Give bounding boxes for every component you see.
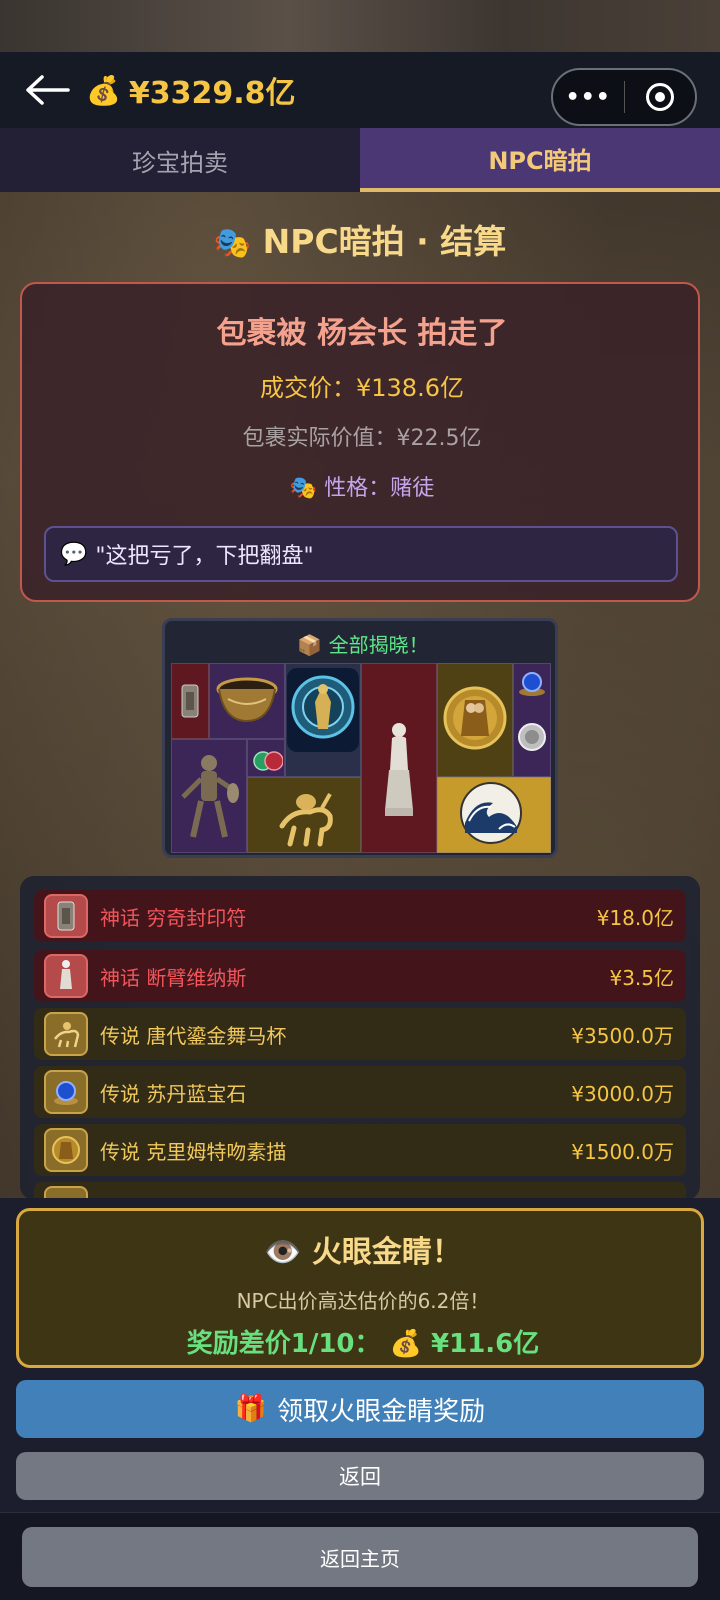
reward-description: NPC出价高达估价的6.2倍！ xyxy=(236,1289,490,1313)
item-price: ¥1500.0万 xyxy=(571,1139,674,1164)
speech-bubble-icon: 💬 xyxy=(60,541,88,567)
reveal-panel: 📦 全部揭晓！ xyxy=(162,618,558,858)
painting-icon xyxy=(44,1128,88,1172)
back-button[interactable]: 返回 xyxy=(16,1452,704,1500)
arrow-left-icon[interactable] xyxy=(24,72,70,108)
quote-text: "这把亏了，下把翻盘" xyxy=(95,544,314,569)
reward-title: 👁️ 火眼金睛！ xyxy=(19,1227,707,1271)
item-price: ¥18.0亿 xyxy=(596,905,674,930)
claim-reward-label: 领取火眼金睛奖励 xyxy=(277,1396,486,1427)
money-bag-icon: 💰 xyxy=(389,1329,422,1359)
list-item[interactable]: 传说 克里姆特吻素描 ¥1500.0万 xyxy=(34,1124,686,1176)
horse-cup-icon xyxy=(44,1012,88,1056)
personality-text: 性格：赌徒 xyxy=(324,476,435,501)
tab-treasure-auction[interactable]: 珍宝拍卖 xyxy=(0,128,360,192)
top-bar: 💰 ¥3329.8亿 ••• xyxy=(0,52,720,128)
list-item[interactable]: 神话 断臂维纳斯 ¥3.5亿 xyxy=(34,950,686,1002)
warrior-figure-icon xyxy=(179,749,239,845)
item-grid xyxy=(171,663,551,853)
reveal-title: 📦 全部揭晓！ xyxy=(165,629,561,658)
venus-statue-icon xyxy=(377,719,421,819)
tab-bar: 珍宝拍卖 NPC暗拍 xyxy=(0,128,720,192)
page-title-text: NPC暗拍 · 结算 xyxy=(262,222,507,261)
gilded-horse-cup-icon xyxy=(271,785,341,849)
mini-program-capsule: ••• xyxy=(551,68,697,126)
tab-npc-blind-auction[interactable]: NPC暗拍 xyxy=(360,128,720,192)
target-icon xyxy=(645,83,674,111)
money-bag-icon: 💰 xyxy=(86,73,121,107)
close-button[interactable] xyxy=(625,83,696,111)
list-item[interactable]: 传说 苏丹蓝宝石 ¥3000.0万 xyxy=(34,1066,686,1118)
seal-talisman-icon xyxy=(175,681,205,721)
theater-masks-icon: 🎭 xyxy=(289,476,318,501)
package-icon: 📦 xyxy=(297,633,323,657)
reward-title-text: 火眼金睛！ xyxy=(311,1235,462,1270)
blue-gem-icon xyxy=(517,667,547,699)
theater-masks-icon: 🎭 xyxy=(213,226,252,261)
gilded-bowl-icon xyxy=(215,673,279,727)
balance-value: ¥3329.8亿 xyxy=(128,76,296,111)
list-item[interactable]: 传说 唐代鎏金舞马杯 ¥3500.0万 xyxy=(34,1008,686,1060)
reward-amount: 奖励差价1/10： 💰 ¥11.6亿 xyxy=(19,1323,707,1360)
gift-icon: 🎁 xyxy=(234,1394,268,1424)
status-area xyxy=(0,0,720,52)
sapphire-icon xyxy=(44,1070,88,1114)
item-rarity-name: 传说 唐代鎏金舞马杯 xyxy=(100,1023,287,1048)
klimt-kiss-painting-icon xyxy=(441,675,509,761)
deal-price: 成交价：¥138.6亿 xyxy=(260,374,464,402)
home-bar: 返回主页 xyxy=(0,1512,720,1600)
claim-reward-button[interactable]: 🎁 领取火眼金睛奖励 xyxy=(16,1380,704,1438)
buddha-statue-icon xyxy=(285,665,361,755)
great-wave-painting-icon xyxy=(457,779,525,847)
item-price: ¥3000.0万 xyxy=(571,1081,674,1106)
reward-card: 👁️ 火眼金睛！ NPC出价高达估价的6.2倍！ 奖励差价1/10： 💰 ¥11… xyxy=(16,1208,704,1368)
item-rarity-name: 神话 断臂维纳斯 xyxy=(100,965,247,990)
bottom-sheet: 👁️ 火眼金睛！ NPC出价高达估价的6.2倍！ 奖励差价1/10： 💰 ¥11… xyxy=(0,1198,720,1600)
reward-amount-label: 奖励差价1/10： xyxy=(186,1329,381,1359)
item-rarity-name: 传说 克里姆特吻素描 xyxy=(100,1139,287,1164)
home-button[interactable]: 返回主页 xyxy=(22,1527,698,1587)
page-title: 🎭 NPC暗拍 · 结算 xyxy=(0,215,720,265)
more-button[interactable]: ••• xyxy=(553,85,624,110)
list-item[interactable]: 神话 穷奇封印符 ¥18.0亿 xyxy=(34,890,686,942)
reward-amount-value: ¥11.6亿 xyxy=(431,1329,540,1359)
item-rarity-name: 传说 苏丹蓝宝石 xyxy=(100,1081,247,1106)
item-rarity-name: 神话 穷奇封印符 xyxy=(100,905,247,930)
actual-value: 包裹实际价值：¥22.5亿 xyxy=(242,426,482,451)
green-red-gem-icon xyxy=(253,749,283,773)
npc-personality: 🎭 性格：赌徒 xyxy=(22,470,702,502)
item-price: ¥3500.0万 xyxy=(571,1023,674,1048)
npc-quote: 💬 "这把亏了，下把翻盘" xyxy=(44,526,678,582)
statue-icon xyxy=(44,954,88,998)
reveal-title-text: 全部揭晓！ xyxy=(328,633,429,657)
item-price: ¥3.5亿 xyxy=(609,965,674,990)
balance-display: 💰 ¥3329.8亿 xyxy=(86,68,296,112)
item-list: 神话 穷奇封印符 ¥18.0亿 神话 断臂维纳斯 ¥3.5亿 传说 唐代鎏金舞马… xyxy=(20,876,700,1200)
talisman-icon xyxy=(44,894,88,938)
eye-icon: 👁️ xyxy=(264,1235,302,1270)
settlement-card: 包裹被 杨会长 拍走了 成交价：¥138.6亿 包裹实际价值：¥22.5亿 🎭 … xyxy=(20,282,700,602)
winner-headline: 包裹被 杨会长 拍走了 xyxy=(216,316,508,351)
silver-coin-icon xyxy=(517,721,547,753)
